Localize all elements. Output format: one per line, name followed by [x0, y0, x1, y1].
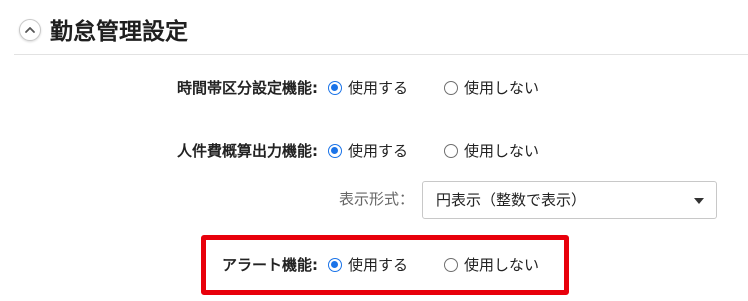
display-format-label: 表示形式： [338, 190, 414, 208]
radio-time-band-use[interactable]: 使用する [328, 76, 408, 100]
setting-row-labor-cost: 人件費概算出力機能: 使用する 使用しない [0, 137, 748, 165]
radio-unchecked-icon[interactable] [444, 144, 458, 158]
setting-label-time-band: 時間帯区分設定機能: [177, 79, 318, 97]
radio-time-band-not-use[interactable]: 使用しない [444, 76, 539, 100]
radio-checked-icon[interactable] [328, 144, 342, 158]
setting-label-labor-cost: 人件費概算出力機能: [177, 142, 318, 160]
chevron-up-glyph [25, 27, 35, 33]
display-format-select[interactable]: 円表示（整数で表示） [422, 181, 717, 219]
caret-down-icon [694, 198, 704, 204]
radio-label: 使用しない [464, 79, 540, 97]
radio-label: 使用しない [464, 142, 540, 160]
section-title: 勤怠管理設定 [50, 19, 188, 45]
section-header: 勤怠管理設定 [14, 10, 748, 55]
display-format-row: 表示形式： 円表示（整数で表示） [0, 181, 748, 221]
display-format-value: 円表示（整数で表示） [436, 191, 587, 209]
radio-label: 使用する [348, 142, 409, 160]
radio-label: 使用する [348, 79, 409, 97]
radio-unchecked-icon[interactable] [444, 81, 458, 95]
highlight-box [201, 235, 569, 295]
setting-row-time-band: 時間帯区分設定機能: 使用する 使用しない [0, 74, 748, 102]
radio-checked-icon[interactable] [328, 81, 342, 95]
radio-labor-cost-use[interactable]: 使用する [328, 139, 408, 163]
radio-labor-cost-not-use[interactable]: 使用しない [444, 139, 539, 163]
chevron-up-icon[interactable] [19, 19, 41, 41]
